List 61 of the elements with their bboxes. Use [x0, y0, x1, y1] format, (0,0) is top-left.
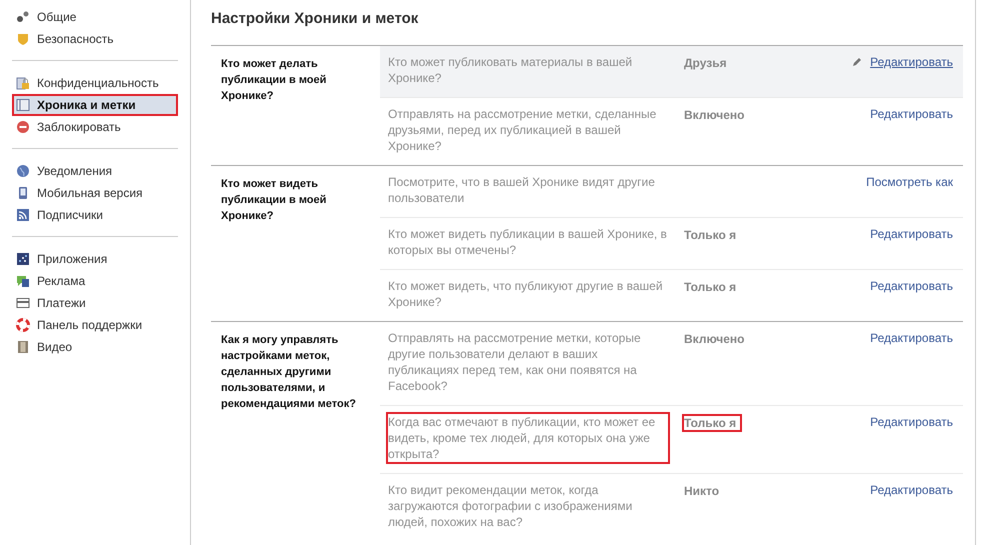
setting-question: Кто может публиковать материалы в вашей Хронике? [387, 54, 634, 86]
setting-row[interactable]: Кто видит рекомендации меток, когда загружаются фотографии с изображениями людей, похожих на вас? Никто Редактировать [380, 472, 963, 540]
sidebar-item[interactable]: Мобильная версия [12, 182, 178, 204]
section-heading: Как я могу управлять настройками меток, сделанных другими пользователями, и рекомендациями меток? [220, 332, 357, 412]
block-icon [16, 120, 30, 134]
edit-link[interactable]: Редактировать [870, 414, 953, 430]
sidebar-item[interactable]: Уведомления [12, 160, 178, 182]
sidebar-item[interactable]: Платежи [12, 292, 178, 314]
sidebar-item[interactable]: Видео [12, 336, 178, 358]
apps-icon [16, 252, 30, 266]
globe-icon [16, 164, 30, 178]
edit-link[interactable]: Посмотреть как [866, 174, 953, 190]
sidebar-item[interactable]: Конфиденциальность [12, 72, 178, 94]
setting-value: Только я [683, 278, 738, 296]
card-icon [16, 296, 30, 310]
setting-row[interactable]: Кто может видеть, что публикуют другие в вашей Хронике? Только я Редактировать [380, 268, 963, 320]
setting-row[interactable]: Отправлять на рассмотрение метки, которые другие пользователи делают в ваших публикациях перед тем, как они появятся на Facebook? Включено Редактировать [380, 322, 963, 404]
badge-icon [16, 32, 30, 46]
sidebar-item[interactable]: Реклама [12, 270, 178, 292]
sidebar-item[interactable]: Приложения [12, 248, 178, 270]
sidebar-item[interactable]: Общие [12, 6, 178, 28]
edit-link[interactable]: Редактировать [870, 54, 953, 70]
lock-icon [16, 76, 30, 90]
setting-row[interactable]: Кто может публиковать материалы в вашей Хронике? Друзья Редактировать [380, 46, 963, 96]
setting-row[interactable]: Кто может видеть публикации в вашей Хронике, в которых вы отмечены? Только я Редактировать [380, 216, 963, 268]
setting-row[interactable]: Когда вас отмечают в публикации, кто может ее видеть, кроме тех людей, для которых она уже открыта? Только я Редактировать [380, 404, 963, 472]
edit-link[interactable]: Редактировать [870, 226, 953, 242]
sidebar-item[interactable]: Заблокировать [12, 116, 178, 138]
lifebuoy-icon [16, 318, 30, 332]
ads-icon [16, 274, 30, 288]
edit-link[interactable]: Редактировать [870, 482, 953, 498]
pencil-icon [852, 56, 862, 66]
section-heading: Кто может видеть публикации в моей Хронике? [220, 176, 328, 224]
setting-value: Включено [683, 106, 746, 124]
setting-value: Только я [683, 226, 738, 244]
phone-icon [16, 186, 30, 200]
setting-question: Кто может видеть публикации в вашей Хронике, в которых вы отмечены? [387, 226, 668, 258]
sidebar-item[interactable]: Панель поддержки [12, 314, 178, 336]
setting-value: Только я [682, 414, 742, 432]
film-icon [16, 340, 30, 354]
setting-question: Отправлять на рассмотрение метки, которые другие пользователи делают в ваших публикациях перед тем, как они появятся на Facebook? [387, 330, 642, 394]
sidebar-item[interactable]: Подписчики [12, 204, 178, 226]
edit-link[interactable]: Редактировать [870, 278, 953, 294]
setting-row[interactable]: Посмотрите, что в вашей Хронике видят другие пользователи Посмотреть как [380, 166, 963, 216]
setting-question: Когда вас отмечают в публикации, кто может ее видеть, кроме тех людей, для которых она уже открыта? [386, 412, 670, 464]
sidebar-item[interactable]: Безопасность [12, 28, 178, 50]
page-title: Настройки Хроники и меток [211, 9, 420, 29]
setting-question: Кто может видеть, что публикуют другие в вашей Хронике? [387, 278, 664, 310]
sidebar-item[interactable]: Хроника и метки [12, 94, 178, 116]
setting-question: Отправлять на рассмотрение метки, сделанные друзьями, перед их публикацией в вашей Хронике? [387, 106, 658, 154]
edit-link[interactable]: Редактировать [870, 330, 953, 346]
setting-value: Друзья [683, 54, 728, 72]
setting-value: Никто [683, 482, 720, 500]
setting-row[interactable]: Отправлять на рассмотрение метки, сделанные друзьями, перед их публикацией в вашей Хронике? Включено Редактировать [380, 96, 963, 164]
setting-question: Посмотрите, что в вашей Хронике видят другие пользователи [387, 174, 656, 206]
timeline-icon [16, 98, 30, 112]
rss-icon [16, 208, 30, 222]
edit-link[interactable]: Редактировать [870, 106, 953, 122]
setting-question: Кто видит рекомендации меток, когда загружаются фотографии с изображениями людей, похожих на вас? [387, 482, 634, 530]
section-heading: Кто может делать публикации в моей Хронике? [220, 56, 328, 104]
setting-value: Включено [683, 330, 746, 348]
